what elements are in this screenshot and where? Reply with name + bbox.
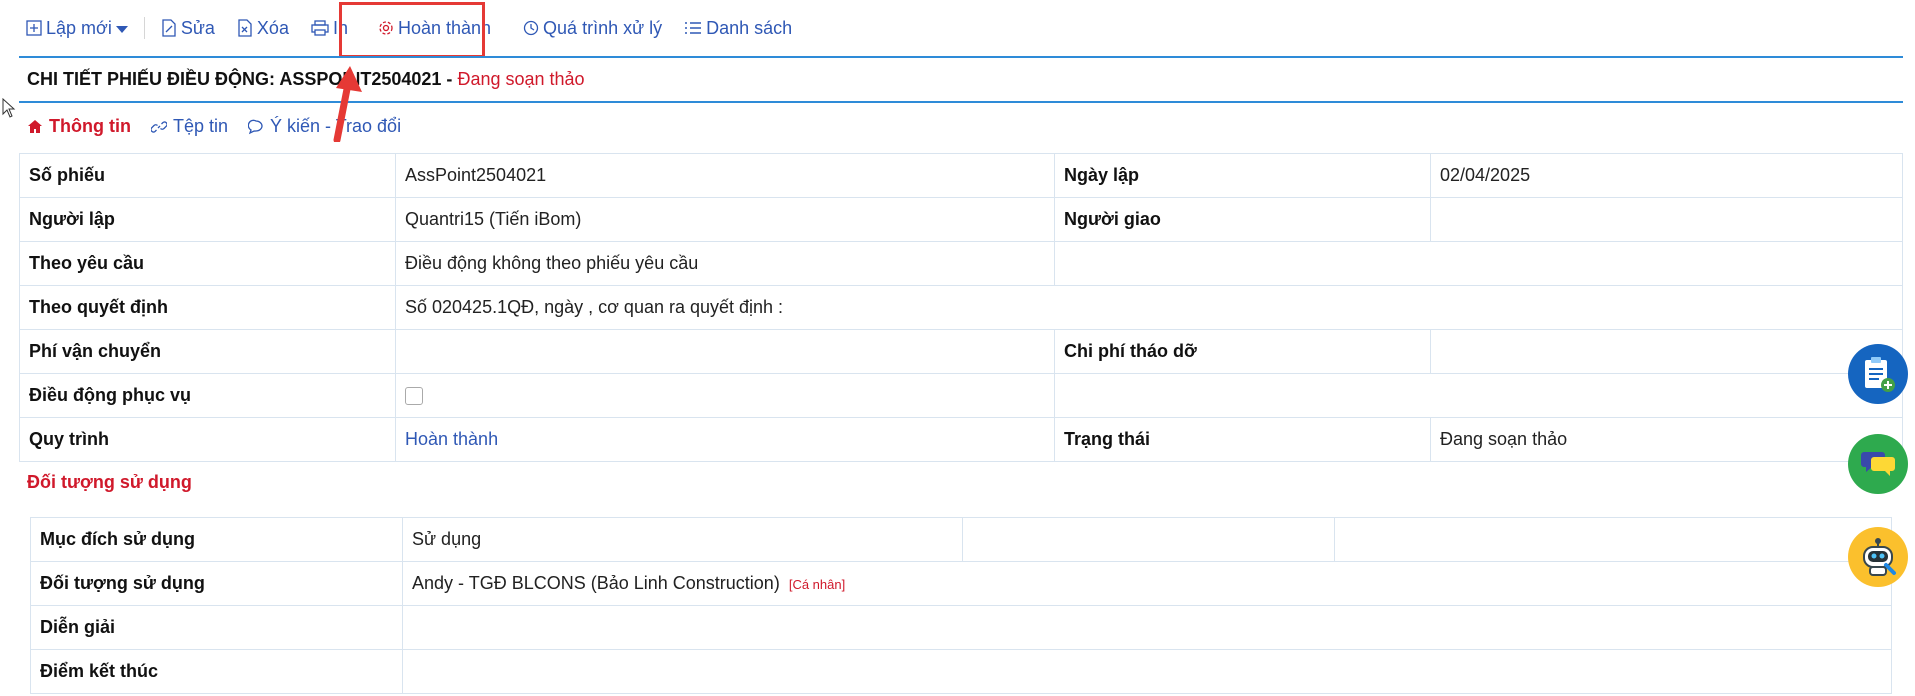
plus-square-icon [26, 20, 42, 36]
chat-button[interactable] [1848, 434, 1908, 494]
table-row: Theo quyết định Số 020425.1QĐ, ngày , cơ… [19, 285, 1903, 330]
table-row: Số phiếu AssPoint2504021 Ngày lập 02/04/… [19, 153, 1903, 198]
edit-button[interactable]: Sửa [161, 18, 215, 39]
title-divider [19, 101, 1903, 103]
list-button-label: Danh sách [706, 17, 793, 38]
delete-button-label: Xóa [256, 17, 289, 38]
table-row: Người lập Quantri15 (Tiến iBom) Người gi… [19, 197, 1903, 242]
print-icon [311, 20, 329, 36]
table-row: Phí vận chuyển Chi phí tháo dỡ [19, 329, 1903, 374]
doi-tuong-cell: Andy - TGĐ BLCONS (Bảo Linh Construction… [402, 561, 1892, 606]
trang-thai-value: Đang soạn thảo [1430, 417, 1903, 462]
table-row: Mục đích sử dụng Sử dụng [30, 517, 1892, 562]
ngay-lap-label: Ngày lập [1054, 153, 1431, 198]
empty-cell [1054, 373, 1903, 418]
robot-icon [1863, 538, 1896, 576]
so-phieu-value: AssPoint2504021 [395, 153, 1055, 198]
dieu-dong-phuc-vu-label: Điều động phục vụ [19, 373, 396, 418]
new-button-label: Lập mới [46, 17, 112, 38]
new-button[interactable]: Lập mới [26, 18, 128, 39]
dieu-dong-phuc-vu-checkbox[interactable] [405, 387, 423, 406]
robot-support-button[interactable] [1848, 527, 1908, 587]
phi-van-chuyen-label: Phí vận chuyển [19, 329, 396, 374]
mouse-cursor-icon [2, 98, 16, 118]
empty-cell [1334, 517, 1892, 562]
quy-trinh-label: Quy trình [19, 417, 396, 462]
theo-quyet-dinh-value: Số 020425.1QĐ, ngày , cơ quan ra quyết đ… [395, 285, 1903, 330]
nguoi-giao-value [1430, 197, 1903, 242]
table-row: Diễn giải [30, 605, 1892, 650]
trang-thai-label: Trạng thái [1054, 417, 1431, 462]
page-title: CHI TIẾT PHIẾU ĐIỀU ĐỘNG: ASSPOINT250402… [27, 69, 585, 90]
delete-button[interactable]: Xóa [237, 18, 289, 39]
table-row: Đối tượng sử dụng Andy - TGĐ BLCONS (Bảo… [30, 561, 1892, 606]
doi-tuong-label: Đối tượng sử dụng [30, 561, 403, 606]
clipboard-add-icon [1865, 357, 1895, 392]
tab-info[interactable]: Thông tin [27, 116, 131, 137]
theo-quyet-dinh-label: Theo quyết định [19, 285, 396, 330]
empty-cell [962, 517, 1335, 562]
nguoi-lap-value: Quantri15 (Tiến iBom) [395, 197, 1055, 242]
empty-cell [1054, 241, 1903, 286]
history-button[interactable]: Quá trình xử lý [523, 18, 662, 39]
diem-ket-thuc-label: Điểm kết thúc [30, 649, 403, 694]
doi-tuong-value: Andy - TGĐ BLCONS (Bảo Linh Construction… [412, 573, 780, 593]
usage-section-title: Đối tượng sử dụng [27, 472, 192, 492]
muc-dich-value: Sử dụng [402, 517, 963, 562]
diem-ket-thuc-value [402, 649, 1892, 694]
dieu-dong-phuc-vu-value [395, 373, 1055, 418]
annotation-arrow-icon [333, 66, 362, 142]
theo-yeu-cau-label: Theo yêu cầu [19, 241, 396, 286]
tab-comments[interactable]: Ý kiến - Trao đổi [248, 116, 401, 137]
toolbar-divider [143, 17, 145, 39]
detail-table: Số phiếu AssPoint2504021 Ngày lập 02/04/… [19, 153, 1903, 462]
muc-dich-label: Mục đích sử dụng [30, 517, 403, 562]
dien-giai-label: Diễn giải [30, 605, 403, 650]
tab-info-label: Thông tin [49, 116, 131, 136]
tab-files[interactable]: Tệp tin [150, 116, 228, 137]
chi-phi-thao-do-value [1430, 329, 1903, 374]
edit-button-label: Sửa [180, 17, 215, 38]
table-row: Quy trình Hoàn thành Trạng thái Đang soạ… [19, 417, 1903, 462]
table-row: Theo yêu cầu Điều động không theo phiếu … [19, 241, 1903, 286]
link-icon [150, 120, 167, 133]
page-title-text: CHI TIẾT PHIẾU ĐIỀU ĐỘNG: ASSPOINT250402… [27, 69, 453, 89]
theo-yeu-cau-value: Điều động không theo phiếu yêu cầu [395, 241, 1055, 286]
list-button[interactable]: Danh sách [684, 18, 792, 39]
table-row: Điều động phục vụ [19, 373, 1903, 418]
tab-files-label: Tệp tin [172, 116, 228, 136]
chat-icon [1861, 452, 1895, 476]
edit-icon [162, 19, 176, 37]
clock-icon [523, 20, 539, 36]
top-divider [19, 56, 1903, 58]
delete-file-icon [238, 19, 252, 37]
dien-giai-value [402, 605, 1892, 650]
history-button-label: Quá trình xử lý [543, 17, 663, 38]
nguoi-lap-label: Người lập [19, 197, 396, 242]
caret-down-icon [115, 26, 128, 33]
highlight-box [339, 2, 485, 58]
home-icon [28, 120, 42, 133]
so-phieu-label: Số phiếu [19, 153, 396, 198]
quy-trinh-value: Hoàn thành [395, 417, 1055, 462]
table-row: Điểm kết thúc [30, 649, 1892, 694]
comment-icon [248, 119, 263, 134]
phi-van-chuyen-value [395, 329, 1055, 374]
ngay-lap-value: 02/04/2025 [1430, 153, 1903, 198]
list-icon [685, 22, 702, 34]
usage-table: Mục đích sử dụng Sử dụng Đối tượng sử dụ… [30, 517, 1892, 694]
clipboard-add-button[interactable] [1848, 344, 1908, 404]
quy-trinh-link[interactable]: Hoàn thành [405, 429, 498, 449]
chi-phi-thao-do-label: Chi phí tháo dỡ [1054, 329, 1431, 374]
nguoi-giao-label: Người giao [1054, 197, 1431, 242]
page-title-status: Đang soạn thảo [457, 69, 585, 89]
doi-tuong-tag: [Cá nhân] [788, 577, 846, 592]
